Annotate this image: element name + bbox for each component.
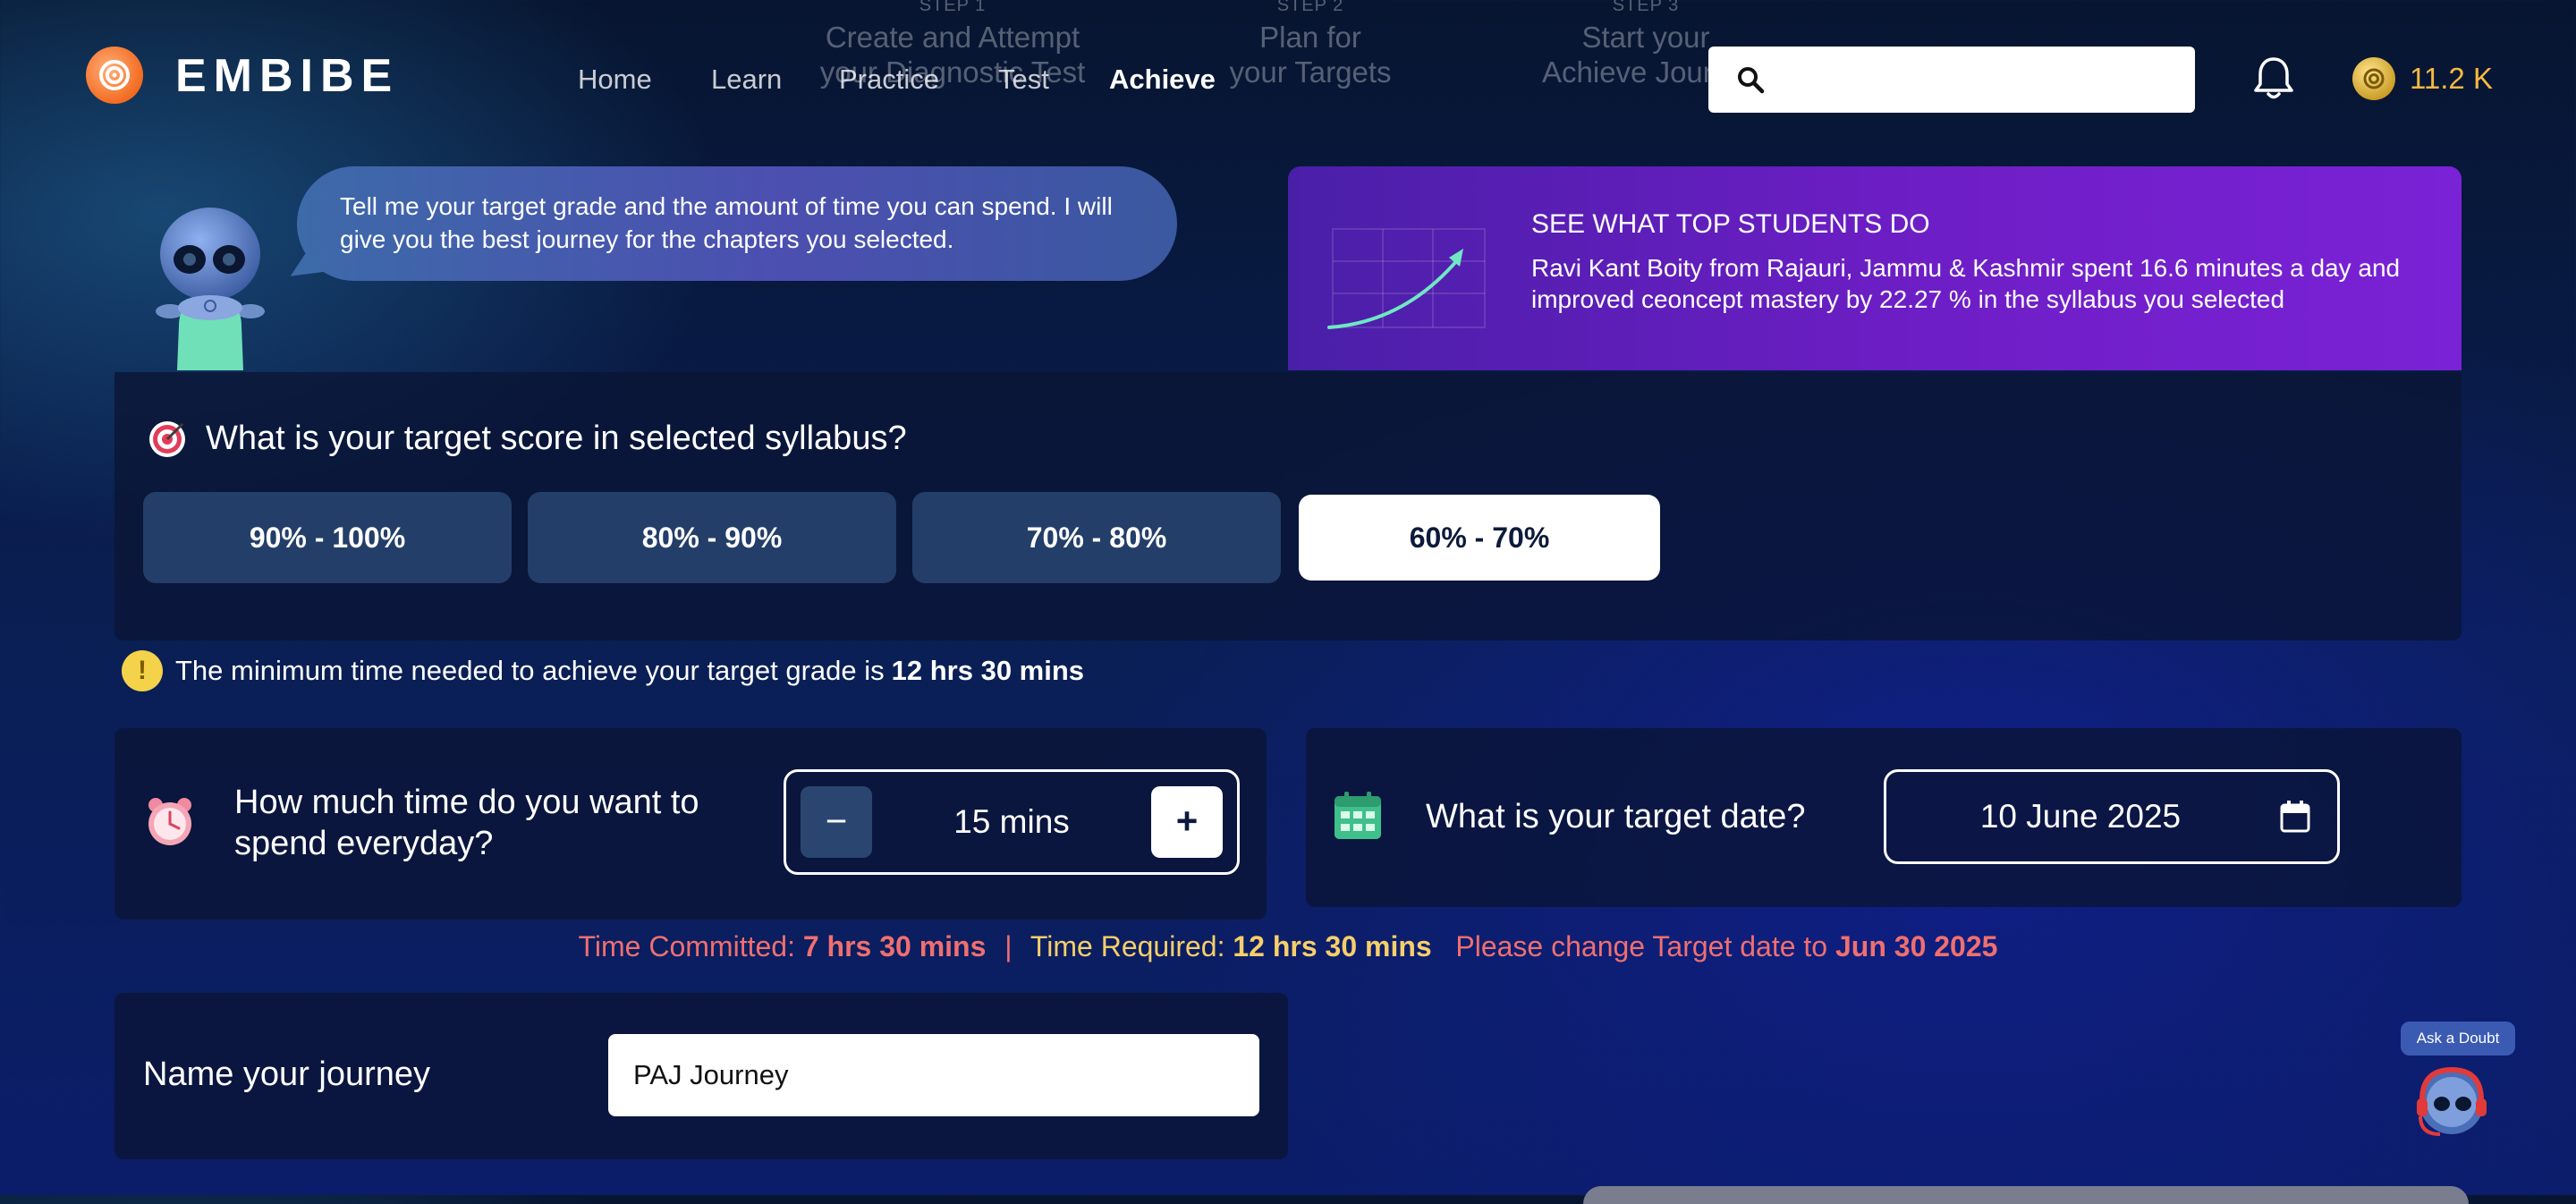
target-score-panel: What is your target score in selected sy… (114, 372, 2462, 640)
time-committed-value: 7 hrs 30 mins (802, 930, 987, 962)
step-2-tag: STEP 2 (1276, 0, 1344, 15)
time-required-value: 12 hrs 30 mins (1233, 930, 1432, 962)
nav-achieve[interactable]: Achieve (1109, 57, 1216, 102)
grade-option-70-80[interactable]: 70% - 80% (912, 492, 1281, 583)
grade-option-60-70[interactable]: 60% - 70% (1299, 495, 1660, 581)
brand-name: EMBIBE (175, 50, 400, 102)
search-input[interactable] (1780, 53, 2195, 106)
target-icon (149, 421, 185, 457)
ask-doubt-button[interactable]: Ask a Doubt (2401, 1022, 2515, 1056)
target-score-question: What is your target score in selected sy… (206, 420, 907, 457)
journey-name-label: Name your journey (143, 1056, 431, 1093)
search-box[interactable] (1708, 47, 2195, 113)
top-students-card: SEE WHAT TOP STUDENTS DO Ravi Kant Boity… (1288, 166, 2462, 370)
bell-icon[interactable] (2247, 52, 2301, 106)
nav-practice[interactable]: Practice (839, 57, 939, 102)
coin-balance[interactable]: 11.2 K (2352, 54, 2493, 104)
coin-value: 11.2 K (2410, 62, 2493, 95)
coin-icon (2352, 57, 2395, 100)
mascot-robot-icon (156, 208, 265, 370)
daily-time-value: 15 mins (953, 803, 1070, 840)
ask-doubt-bot-icon[interactable] (2411, 1061, 2492, 1141)
time-required-label: Time Required: (1030, 930, 1225, 962)
nav-learn[interactable]: Learn (711, 57, 782, 102)
speech-bubble: Tell me your target grade and the amount… (297, 166, 1177, 281)
step-3-tag: STEP 3 (1612, 0, 1680, 15)
journey-name-input[interactable] (608, 1034, 1259, 1116)
time-commitment-summary: Time Committed: 7 hrs 30 mins | Time Req… (0, 927, 2576, 966)
daily-time-question: How much time do you want to spend every… (234, 784, 699, 862)
calendar-icon[interactable] (2280, 801, 2310, 833)
step-1-tag: STEP 1 (919, 0, 987, 15)
time-committed-label: Time Committed: (578, 930, 795, 962)
nav-home[interactable]: Home (578, 57, 652, 102)
spiral-logo-icon (99, 60, 130, 90)
search-icon (1738, 67, 1765, 94)
nav-test[interactable]: Test (998, 57, 1049, 102)
target-date-picker[interactable]: 10 June 2025 (1884, 769, 2340, 864)
grade-option-80-90[interactable]: 80% - 90% (528, 492, 896, 583)
step-2: STEP 2 Plan for your Targets (1216, 0, 1404, 89)
target-date-value: 10 June 2025 (1979, 798, 2182, 835)
suggested-date-value: Jun 30 2025 (1835, 930, 1998, 962)
promo-body: Ravi Kant Boity from Rajauri, Jammu & Ka… (1531, 254, 2401, 313)
change-date-label: Please change Target date to (1455, 930, 1828, 962)
embibe-logo[interactable] (86, 47, 143, 104)
daily-time-stepper: − 15 mins + (784, 769, 1240, 875)
step-2-line2: your Targets (1229, 55, 1392, 89)
grade-option-90-100[interactable]: 90% - 100% (143, 492, 512, 583)
daily-time-panel: How much time do you want to spend every… (114, 728, 1267, 920)
exclamation-icon: ! (122, 650, 163, 691)
alarm-clock-icon (148, 798, 191, 845)
increase-time-button[interactable]: + (1151, 786, 1223, 858)
summary-separator: | (1004, 930, 1013, 962)
speech-text: Tell me your target grade and the amount… (340, 192, 1113, 253)
step-1-line1: Create and Attempt (825, 21, 1080, 54)
minimum-time-notice: ! The minimum time needed to achieve you… (122, 649, 1084, 692)
journey-name-panel: Name your journey (114, 993, 1288, 1159)
minimum-time-value: 12 hrs 30 mins (891, 655, 1085, 686)
top-header: EMBIBE STEP 1 Create and Attempt your Di… (0, 0, 2576, 157)
promo-title: SEE WHAT TOP STUDENTS DO (1531, 209, 1930, 239)
step-2-line1: Plan for (1259, 21, 1361, 54)
target-date-panel: What is your target date? 10 June 2025 (1306, 728, 2462, 907)
minimum-time-text: The minimum time needed to achieve your … (175, 655, 885, 686)
decrease-time-button[interactable]: − (801, 786, 872, 858)
target-date-question: What is your target date? (1426, 798, 1806, 835)
growth-graph-icon (1327, 228, 1486, 329)
bottom-card-edge (1583, 1186, 2469, 1204)
calendar-grid-icon (1335, 792, 1381, 839)
